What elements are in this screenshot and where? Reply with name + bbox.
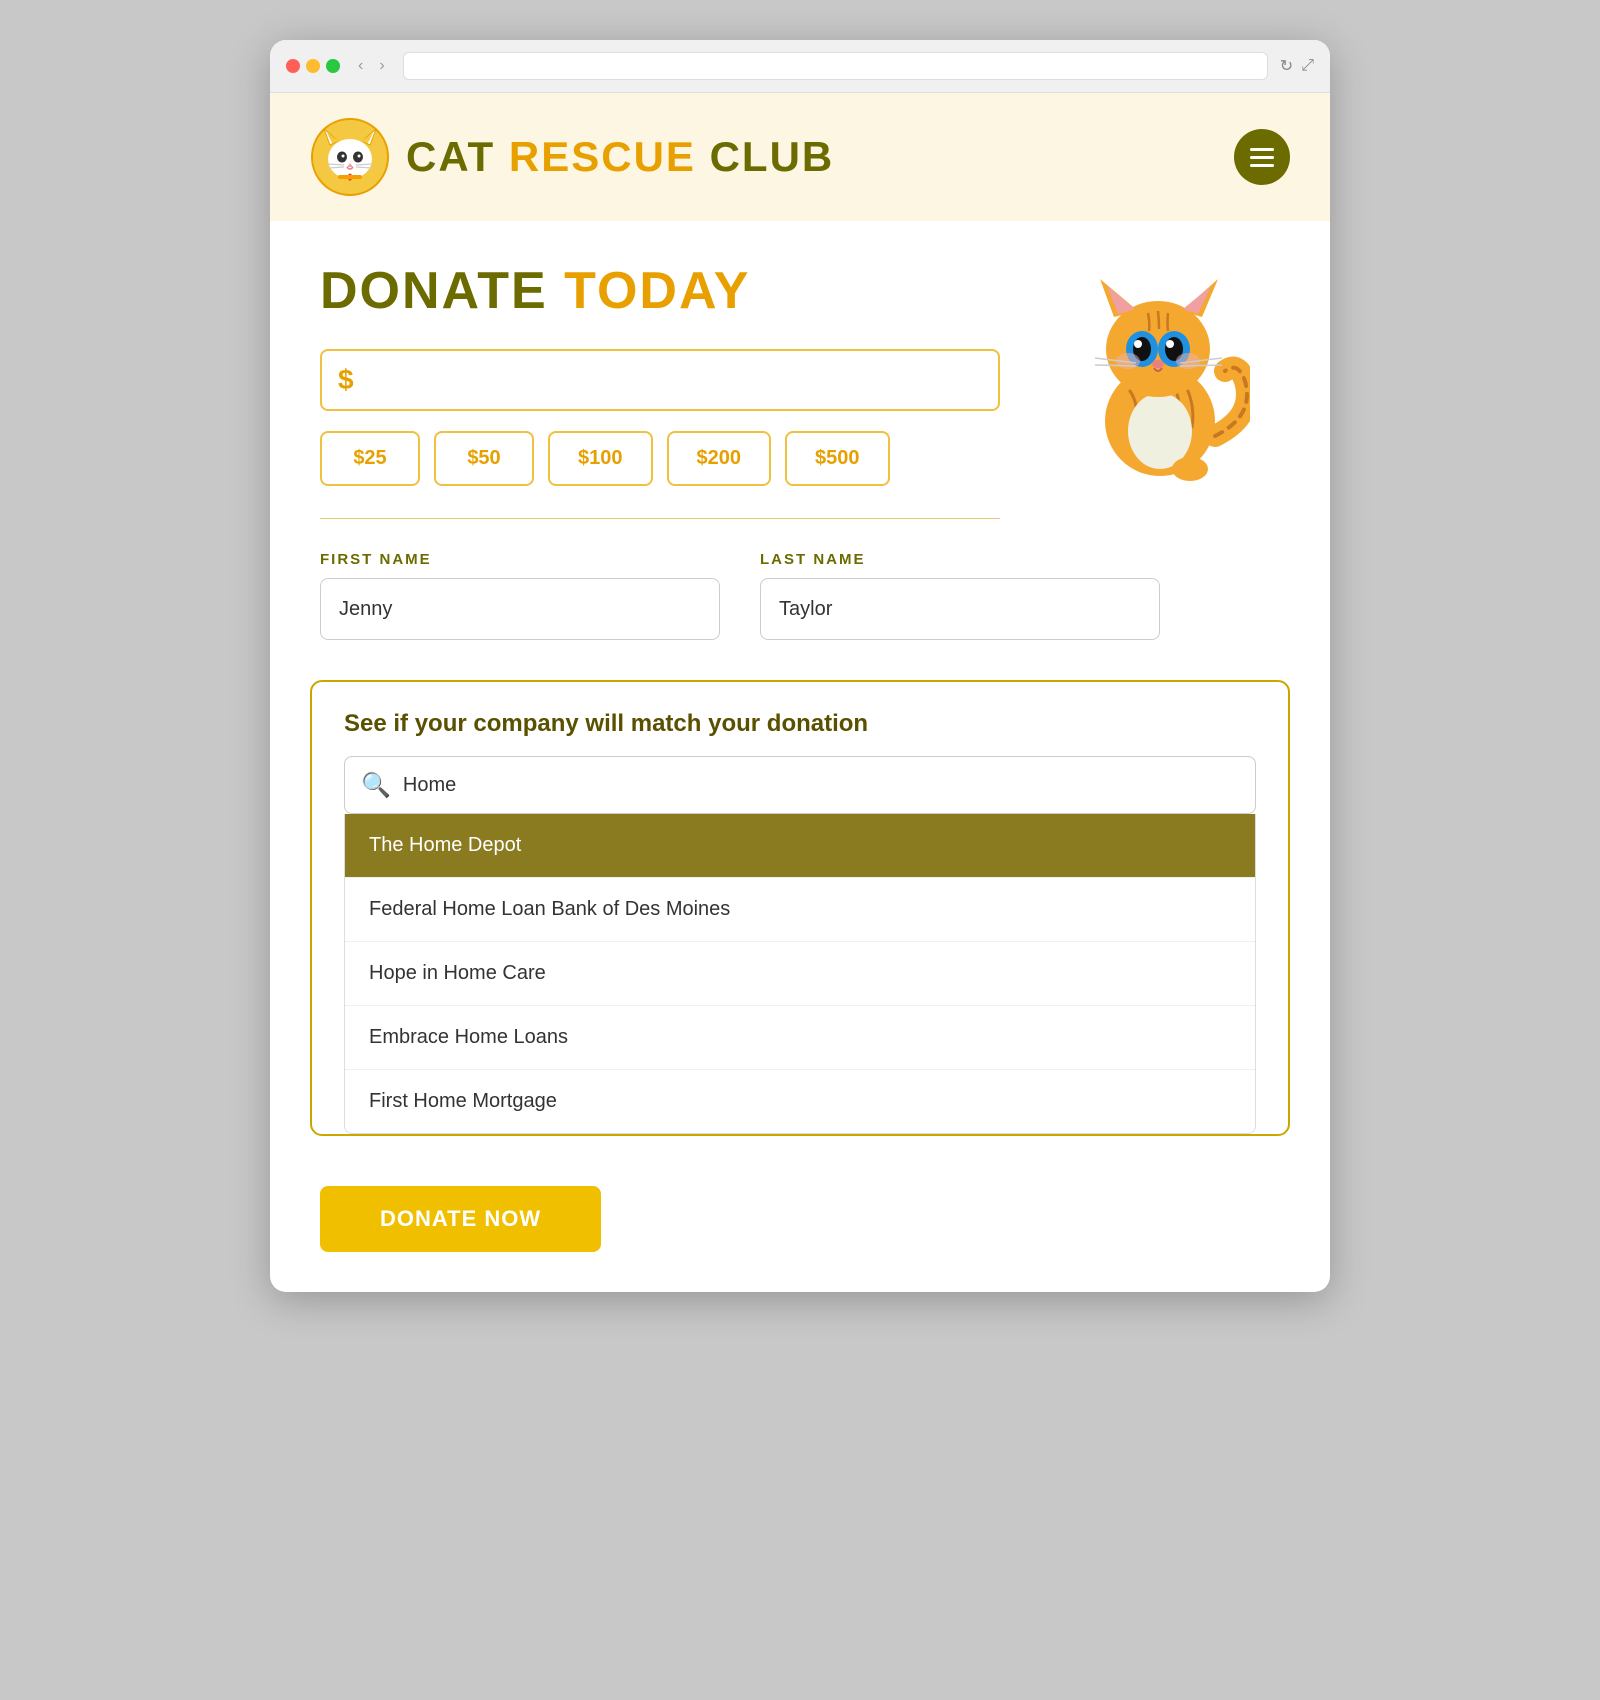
dollar-sign: $ [338, 364, 354, 396]
title-rescue: RESCUE [509, 133, 696, 180]
amount-50-button[interactable]: $50 [434, 431, 534, 486]
dropdown-item-2[interactable]: Hope in Home Care [345, 942, 1255, 1006]
refresh-button[interactable]: ↻ [1280, 56, 1293, 76]
amount-25-button[interactable]: $25 [320, 431, 420, 486]
donate-section: DONATE TODAY $ $25 $50 $100 $200 $500 [320, 261, 1280, 1136]
dropdown-item-3[interactable]: Embrace Home Loans [345, 1006, 1255, 1070]
today-word: TODAY [564, 262, 750, 320]
forward-button[interactable]: › [373, 55, 390, 77]
expand-button[interactable]: ⤢ [1301, 56, 1314, 76]
amount-200-button[interactable]: $200 [667, 431, 772, 486]
last-name-input[interactable] [760, 578, 1160, 640]
name-section: FIRST NAME LAST NAME [320, 551, 1280, 640]
menu-line-1 [1250, 148, 1274, 151]
first-name-input[interactable] [320, 578, 720, 640]
amount-100-button[interactable]: $100 [548, 431, 653, 486]
browser-dots [286, 59, 340, 73]
company-dropdown: The Home Depot Federal Home Loan Bank of… [344, 814, 1256, 1134]
title-cat: CAT [406, 133, 495, 180]
dropdown-item-0[interactable]: The Home Depot [345, 814, 1255, 878]
search-box: 🔍 [344, 756, 1256, 814]
first-name-group: FIRST NAME [320, 551, 720, 640]
close-dot[interactable] [286, 59, 300, 73]
site-header: CAT RESCUE CLUB [270, 93, 1330, 221]
logo-area: CAT RESCUE CLUB [310, 117, 834, 197]
divider [320, 518, 1000, 519]
logo-icon [310, 117, 390, 197]
menu-line-3 [1250, 164, 1274, 167]
maximize-dot[interactable] [326, 59, 340, 73]
title-club: CLUB [710, 133, 835, 180]
donate-word: DONATE [320, 262, 548, 320]
submit-area: DONATE NOW [270, 1166, 1330, 1292]
last-name-group: LAST NAME [760, 551, 1160, 640]
amount-input[interactable] [366, 367, 982, 393]
menu-button[interactable] [1234, 129, 1290, 185]
browser-chrome: ‹ › ↻ ⤢ [270, 40, 1330, 93]
site-title: CAT RESCUE CLUB [406, 133, 834, 181]
submit-button[interactable]: DONATE NOW [320, 1186, 601, 1252]
amount-input-row: $ [320, 349, 1000, 411]
browser-window: ‹ › ↻ ⤢ [270, 40, 1330, 1292]
menu-line-2 [1250, 156, 1274, 159]
browser-nav: ‹ › [352, 55, 391, 77]
matching-title: See if your company will match your dona… [344, 710, 1256, 738]
url-bar[interactable] [403, 52, 1268, 80]
minimize-dot[interactable] [306, 59, 320, 73]
last-name-label: LAST NAME [760, 551, 1160, 568]
amount-500-button[interactable]: $500 [785, 431, 890, 486]
main-content: DONATE TODAY $ $25 $50 $100 $200 $500 [270, 221, 1330, 1136]
cat-illustration [1070, 261, 1250, 461]
matching-section: See if your company will match your dona… [310, 680, 1290, 1136]
search-icon: 🔍 [361, 771, 391, 800]
first-name-label: FIRST NAME [320, 551, 720, 568]
dropdown-item-4[interactable]: First Home Mortgage [345, 1070, 1255, 1133]
back-button[interactable]: ‹ [352, 55, 369, 77]
dropdown-item-1[interactable]: Federal Home Loan Bank of Des Moines [345, 878, 1255, 942]
browser-actions: ↻ ⤢ [1280, 56, 1314, 76]
company-search-input[interactable] [403, 774, 1239, 797]
